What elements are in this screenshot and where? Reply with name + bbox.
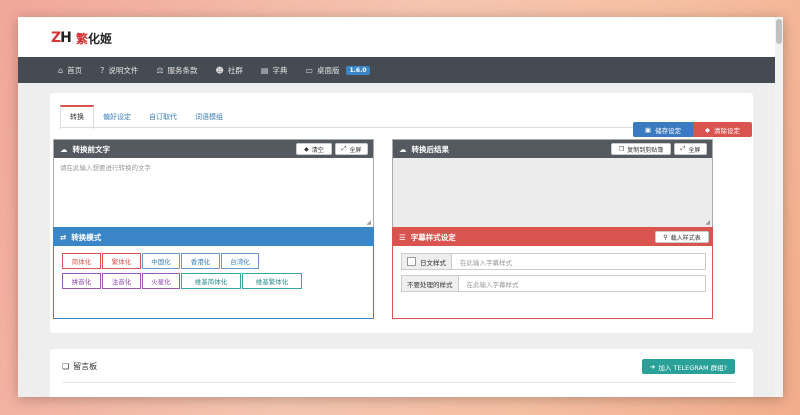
tab-phrase-modules[interactable]: 词语模组 bbox=[186, 105, 232, 129]
logo-mark[interactable]: ZH bbox=[51, 30, 72, 46]
exchange-icon: ⇄ bbox=[60, 232, 67, 242]
nav-desktop[interactable]: ▭ 桌面版 1.6.0 bbox=[305, 65, 370, 76]
mode-traditional-button[interactable]: 繁体化 bbox=[102, 253, 141, 269]
mode-row-2: 拼音化 注音化 火星化 维基简体化 维基繁体化 bbox=[62, 273, 303, 289]
mode-wiki-traditional-button[interactable]: 维基繁体化 bbox=[242, 273, 302, 289]
mode-panel-header: ⇄ 转换模式 bbox=[54, 228, 373, 246]
copy-clipboard-button[interactable]: ❐ 复制到剪贴簿 bbox=[611, 143, 671, 155]
mode-martian-button[interactable]: 火星化 bbox=[142, 273, 180, 289]
tab-convert[interactable]: 转换 bbox=[60, 105, 94, 129]
expand-icon: ⤢ bbox=[341, 145, 347, 152]
clear-input-button[interactable]: ◆ 清空 bbox=[296, 143, 332, 155]
mode-simplified-button[interactable]: 简体化 bbox=[62, 253, 101, 269]
expand-icon: ⤢ bbox=[680, 145, 686, 152]
arrow-circle-icon: ➔ bbox=[649, 362, 656, 371]
message-board-title: ❏ 留言板 bbox=[62, 362, 98, 371]
japanese-style-input[interactable]: 在此输入字幕样式 bbox=[452, 257, 512, 267]
input-textarea[interactable]: 请在此输入想要进行转换的文字 ◢ bbox=[54, 158, 373, 228]
nav-docs[interactable]: ? 说明文件 bbox=[100, 65, 138, 76]
mode-panel: ⇄ 转换模式 简体化 繁体化 中国化 香港化 台湾化 拼音化 注音化 火星化 维… bbox=[53, 227, 374, 319]
input-panel: ☁ 转换前文字 ◆ 清空 ⤢ 全屏 请在此输入想要进行转换的文字 ◢ bbox=[53, 139, 374, 229]
copy-icon: ❐ bbox=[618, 145, 625, 153]
cloud-download-icon: ☁ bbox=[399, 144, 407, 154]
comments-icon: ❏ bbox=[62, 362, 70, 371]
nav-community[interactable]: ☻ 社群 bbox=[216, 65, 243, 76]
main-nav: ⌂ 首页 ? 说明文件 ⚖ 服务条款 ☻ 社群 ▤ 字典 ▭ 桌面版 1.6.0 bbox=[18, 57, 775, 83]
divider bbox=[62, 382, 735, 383]
users-icon: ☻ bbox=[215, 65, 224, 75]
eraser-icon: ◆ bbox=[705, 125, 710, 134]
home-icon: ⌂ bbox=[58, 65, 64, 75]
browser-window: ZH 繁化姬 ⌂ 首页 ? 说明文件 ⚖ 服务条款 ☻ 社群 ▤ 字典 ▭ 桌面版 1.6.0… bbox=[18, 17, 783, 397]
gavel-icon: ⚖ bbox=[156, 65, 164, 75]
nav-terms[interactable]: ⚖ 服务条款 bbox=[156, 65, 197, 76]
tab-custom-replace[interactable]: 自订取代 bbox=[140, 105, 186, 129]
subtitle-panel-header: ☰ 字幕样式设定 ⚲ 载入样式表 bbox=[393, 228, 712, 246]
tab-bar: 转换 偏好设定 自订取代 词语模组 bbox=[60, 105, 232, 129]
cloud-upload-icon: ☁ bbox=[60, 144, 68, 154]
search-icon: ⚲ bbox=[663, 233, 668, 241]
resize-handle[interactable]: ◢ bbox=[366, 219, 371, 226]
question-icon: ? bbox=[100, 65, 105, 75]
eraser-icon: ◆ bbox=[304, 145, 309, 153]
ignore-style-label: 不要处理的样式 bbox=[402, 276, 459, 291]
save-icon: ▣ bbox=[644, 125, 652, 134]
mode-taiwan-button[interactable]: 台湾化 bbox=[221, 253, 259, 269]
desktop-icon: ▭ bbox=[305, 65, 313, 75]
scrollbar-thumb[interactable] bbox=[776, 19, 782, 44]
japanese-style-row: 日文样式 在此输入字幕样式 bbox=[401, 253, 706, 270]
japanese-style-label[interactable]: 日文样式 bbox=[402, 254, 452, 269]
tab-preferences[interactable]: 偏好设定 bbox=[94, 105, 140, 129]
nav-dict[interactable]: ▤ 字典 bbox=[261, 65, 288, 76]
resize-handle[interactable]: ◢ bbox=[705, 219, 710, 226]
mode-hongkong-button[interactable]: 香港化 bbox=[181, 253, 220, 269]
save-settings-button[interactable]: ▣ 储存设定 bbox=[633, 122, 693, 137]
mode-wiki-simplified-button[interactable]: 维基简体化 bbox=[181, 273, 241, 289]
mode-china-button[interactable]: 中国化 bbox=[142, 253, 180, 269]
logo-title[interactable]: 繁化姬 bbox=[76, 30, 112, 47]
scrollbar[interactable] bbox=[775, 17, 783, 397]
subtitle-style-panel: ☰ 字幕样式设定 ⚲ 载入样式表 日文样式 在此输入字幕样式 不要处理的样式 在此… bbox=[392, 227, 713, 319]
book-icon: ▤ bbox=[260, 65, 269, 75]
clear-settings-button[interactable]: ◆ 清除设定 bbox=[693, 122, 752, 137]
output-panel-header: ☁ 转换后结果 ❐ 复制到剪贴簿 ⤢ 全屏 bbox=[393, 140, 712, 158]
fullscreen-output-button[interactable]: ⤢ 全屏 bbox=[674, 143, 707, 155]
message-board-card: ❏ 留言板 ➔ 加入 TELEGRAM 群组? bbox=[50, 349, 753, 397]
ignore-style-input[interactable]: 在此输入字幕样式 bbox=[459, 279, 519, 289]
japanese-style-checkbox[interactable] bbox=[407, 257, 416, 266]
ignore-style-row: 不要处理的样式 在此输入字幕样式 bbox=[401, 275, 706, 292]
input-panel-header: ☁ 转换前文字 ◆ 清空 ⤢ 全屏 bbox=[54, 140, 373, 158]
load-stylesheet-button[interactable]: ⚲ 载入样式表 bbox=[655, 231, 709, 243]
output-textarea[interactable]: ◢ bbox=[393, 158, 712, 228]
mode-bopomofo-button[interactable]: 注音化 bbox=[102, 273, 141, 289]
nav-home[interactable]: ⌂ 首页 bbox=[58, 65, 82, 76]
header: ZH 繁化姬 bbox=[18, 17, 775, 57]
version-badge: 1.6.0 bbox=[346, 65, 370, 75]
list-icon: ☰ bbox=[399, 232, 406, 242]
mode-row-1: 简体化 繁体化 中国化 香港化 台湾化 bbox=[62, 253, 260, 269]
join-telegram-button[interactable]: ➔ 加入 TELEGRAM 群组? bbox=[642, 359, 735, 374]
output-panel: ☁ 转换后结果 ❐ 复制到剪贴簿 ⤢ 全屏 ◢ bbox=[392, 139, 713, 229]
mode-pinyin-button[interactable]: 拼音化 bbox=[62, 273, 101, 289]
fullscreen-input-button[interactable]: ⤢ 全屏 bbox=[335, 143, 368, 155]
